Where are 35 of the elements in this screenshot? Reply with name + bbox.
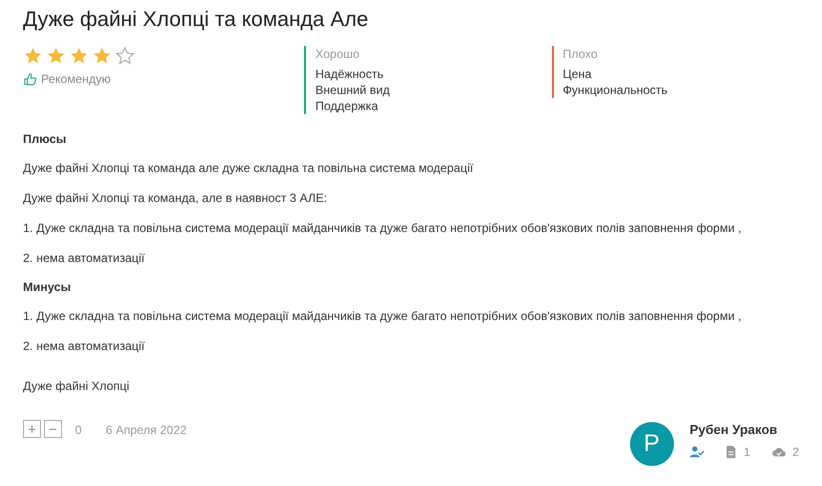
panel-heading: Плохо: [562, 46, 599, 62]
review-text: Дуже файні Хлопці та команда, але в наявност 3 АЛЕ:: [23, 190, 328, 206]
aspect-label: Цена: [562, 66, 593, 82]
star-icon: [92, 46, 112, 66]
star-icon: [46, 46, 66, 66]
panel-heading: Хорошо: [315, 46, 361, 62]
recommend-label: Рекомендую: [41, 72, 111, 86]
review-text: Дуже файні Хлопці та команда але дуже складна та повільна система модерації: [23, 160, 474, 176]
star-icon: [23, 46, 43, 66]
cloud-check-icon: [772, 445, 786, 459]
thumbs-up-icon: [23, 72, 37, 86]
review-title: Дуже файні Хлопці та команда Але: [23, 8, 370, 32]
section-heading: Плюсы: [23, 132, 68, 146]
review-text: Дуже файні Хлопці: [23, 378, 130, 394]
aspect-label: Функциональность: [562, 82, 669, 98]
user-check-icon: [690, 445, 704, 459]
aspect-label: Надёжность: [315, 66, 384, 82]
star-icon: [115, 46, 135, 66]
upvote-button[interactable]: +: [23, 420, 41, 438]
document-icon: [724, 445, 738, 459]
review-text: 2. нема автоматизації: [23, 250, 146, 266]
aspect-label: Поддержка: [315, 98, 379, 114]
aspect-label: Внешний вид: [315, 82, 391, 98]
section-heading: Минусы: [23, 280, 72, 294]
like-count: 2: [792, 445, 799, 459]
author-name[interactable]: Рубен Ураков: [690, 422, 799, 437]
review-count: 1: [744, 445, 750, 459]
review-text: 1. Дуже складна та повільна система модерації майданчиків та дуже багато непотрібних обов'язкових полів заповнення форми ,: [23, 220, 742, 236]
review-text: 1. Дуже складна та повільна система модерації майданчиків та дуже багато непотрібних обов'язкових полів заповнення форми ,: [23, 308, 742, 324]
downvote-button[interactable]: −: [44, 420, 62, 438]
author-avatar: Р: [630, 422, 674, 466]
review-date: 6 Апреля 2022: [106, 423, 187, 437]
star-icon: [69, 46, 89, 66]
vote-count: 0: [75, 423, 82, 437]
review-text: 2. нема автоматизації: [23, 338, 146, 354]
